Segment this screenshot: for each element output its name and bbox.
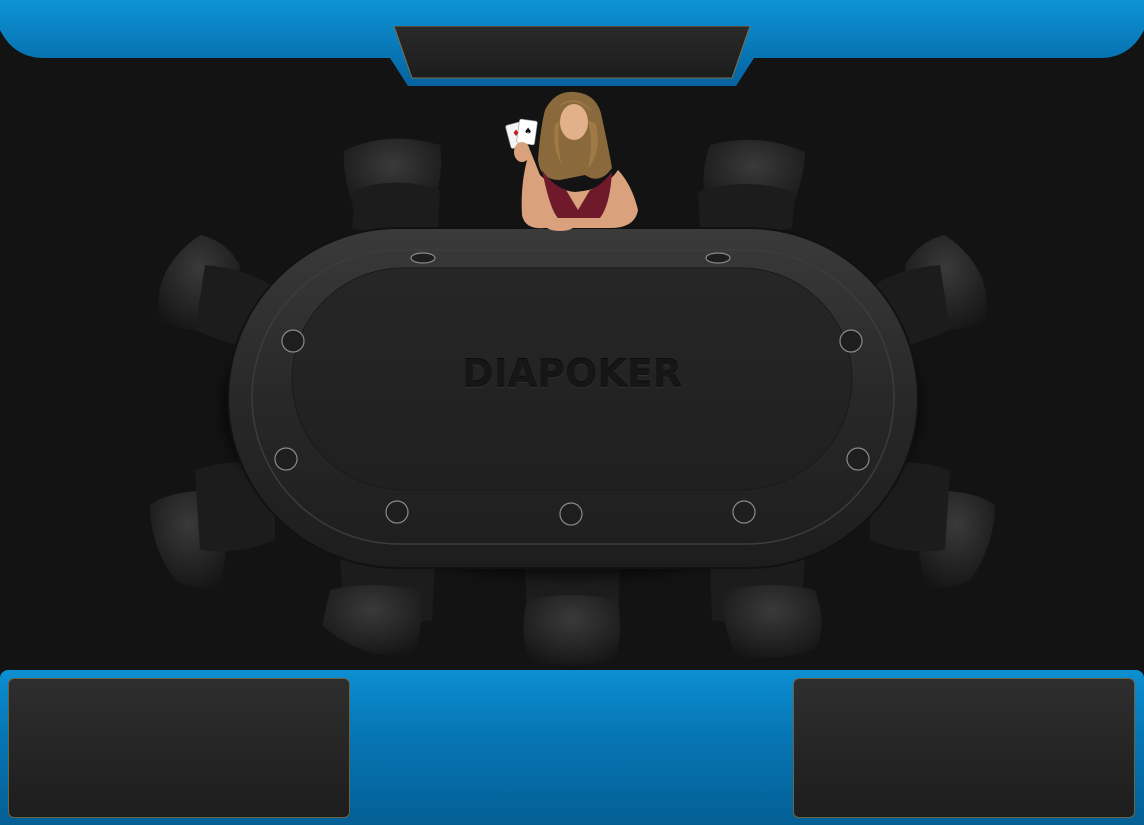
seat-marker-4[interactable] [839,329,863,353]
top-info-panel [392,25,752,80]
ace-of-spades-icon: ♠ [524,127,532,137]
bottom-left-panel [8,678,350,818]
seat-chair-9[interactable] [710,555,822,658]
dealer-avatar: ♦ ♠ [505,91,638,231]
seat-marker-7[interactable] [385,500,409,524]
seat-marker-3[interactable] [281,329,305,353]
seat-marker-1[interactable] [410,252,436,264]
seat-marker-2[interactable] [705,252,731,264]
table-brand-logo: DIAPOKER [462,352,682,396]
seat-chair-7[interactable] [322,555,435,656]
seat-marker-8[interactable] [559,502,583,526]
seat-chair-1[interactable] [343,138,442,233]
ace-of-diamonds-icon: ♦ [512,129,520,139]
seat-marker-9[interactable] [732,500,756,524]
bottom-right-panel [793,678,1135,818]
seat-marker-6[interactable] [846,447,870,471]
seat-chair-2[interactable] [698,139,805,233]
seat-marker-5[interactable] [274,447,298,471]
